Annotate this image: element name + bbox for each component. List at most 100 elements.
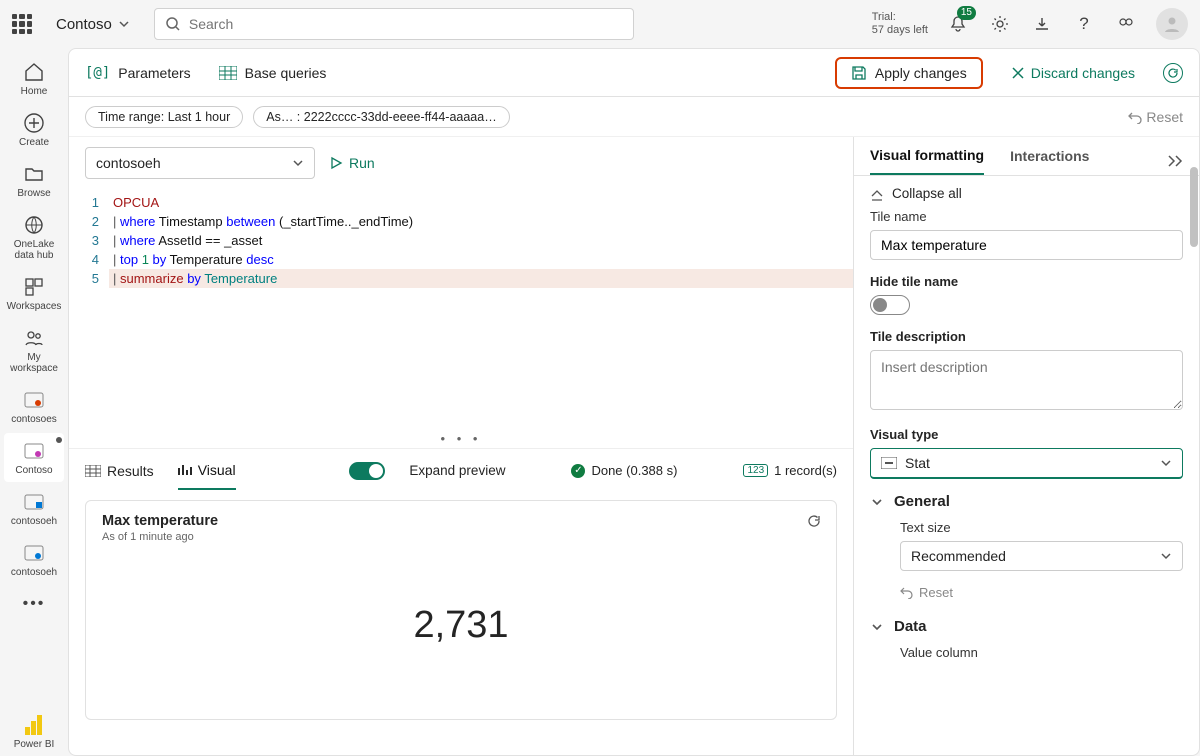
reset-general-button[interactable]: Reset (900, 585, 1183, 600)
nav-browse[interactable]: Browse (4, 156, 64, 205)
action-bar: [@] Parameters Base queries Apply change… (69, 49, 1199, 97)
tenant-switcher[interactable]: Contoso (56, 16, 130, 33)
notifications-button[interactable]: 15 (946, 12, 970, 36)
parameters-icon: [@] (85, 65, 110, 81)
query-editor[interactable]: 1 2 3 4 5 OPCUA | where Timestamp betwee… (69, 189, 853, 429)
text-size-select[interactable]: Recommended (900, 541, 1183, 571)
nav-workspaces[interactable]: Workspaces (4, 269, 64, 318)
download-icon (1034, 16, 1050, 32)
collapse-all-button[interactable]: Collapse all (870, 186, 1183, 201)
home-icon (23, 61, 45, 83)
visual-type-select[interactable]: Stat (870, 448, 1183, 479)
nav-contosoes[interactable]: contosoes (4, 382, 64, 431)
card-subtitle: As of 1 minute ago (102, 531, 820, 543)
hide-tile-label: Hide tile name (870, 274, 1183, 289)
left-nav: Home Create Browse OneLake data hub Work… (0, 48, 68, 756)
check-icon: ✓ (571, 464, 585, 478)
section-general[interactable]: General (870, 493, 1183, 510)
line-gutter: 1 2 3 4 5 (69, 189, 109, 429)
chevron-down-icon (870, 495, 884, 509)
time-range-chip[interactable]: Time range: Last 1 hour (85, 106, 243, 128)
tile-name-label: Tile name (870, 209, 1183, 224)
value-column-label: Value column (900, 645, 1183, 660)
text-size-label: Text size (900, 520, 1183, 535)
asset-chip[interactable]: As… : 2222cccc-33dd-eeee-ff44-aaaaa… (253, 106, 509, 128)
main-content: [@] Parameters Base queries Apply change… (68, 48, 1200, 756)
reset-filters-button[interactable]: Reset (1128, 109, 1183, 125)
app-launcher[interactable] (12, 14, 32, 34)
nav-contosoeh-2[interactable]: contosoeh (4, 535, 64, 584)
download-button[interactable] (1030, 12, 1054, 36)
record-count: 123 1 record(s) (743, 463, 837, 478)
powerbi-icon (25, 715, 43, 735)
nav-more[interactable]: ••• (4, 586, 64, 622)
undo-icon (900, 586, 913, 599)
tab-visual-formatting[interactable]: Visual formatting (870, 147, 984, 175)
base-queries-button[interactable]: Base queries (219, 65, 327, 81)
datasource-select[interactable]: contosoeh (85, 147, 315, 179)
nav-contoso[interactable]: Contoso (4, 433, 64, 482)
close-icon (1011, 66, 1025, 80)
panel-scrollbar[interactable] (1190, 167, 1198, 247)
more-icon: ••• (22, 592, 46, 616)
kqldb-icon (24, 545, 44, 561)
tab-interactions[interactable]: Interactions (1010, 148, 1089, 174)
tile-name-input[interactable] (870, 230, 1183, 260)
code-area[interactable]: OPCUA | where Timestamp between (_startT… (109, 189, 853, 429)
chevron-down-icon (292, 157, 304, 169)
discard-changes-button[interactable]: Discard changes (1011, 65, 1135, 81)
apply-changes-highlight: Apply changes (835, 57, 983, 89)
refresh-button[interactable] (1163, 63, 1183, 83)
eventstream-icon (24, 392, 44, 408)
nav-onelake[interactable]: OneLake data hub (4, 207, 64, 267)
tile-description-input[interactable] (870, 350, 1183, 410)
splitter-handle[interactable]: • • • (69, 429, 853, 448)
card-value: 2,731 (102, 543, 820, 707)
question-icon: ? (1079, 14, 1088, 34)
people-icon (23, 327, 45, 349)
search-input[interactable] (189, 16, 623, 32)
nav-my-workspace[interactable]: My workspace (4, 320, 64, 380)
refresh-icon (806, 513, 822, 529)
card-refresh-button[interactable] (806, 513, 822, 529)
tab-results[interactable]: Results (85, 453, 154, 489)
notification-badge: 15 (957, 6, 976, 20)
workspaces-icon (23, 276, 45, 298)
chevron-down-icon (870, 620, 884, 634)
tab-visual[interactable]: Visual (178, 452, 236, 490)
filter-row: Time range: Last 1 hour As… : 2222cccc-3… (69, 97, 1199, 137)
nav-home[interactable]: Home (4, 54, 64, 103)
parameters-button[interactable]: [@] Parameters (85, 65, 191, 81)
collapse-icon (870, 187, 884, 201)
stat-icon (881, 457, 897, 469)
gear-icon (991, 15, 1009, 33)
plus-circle-icon (23, 112, 45, 134)
settings-button[interactable] (988, 12, 1012, 36)
stat-card: Max temperature As of 1 minute ago 2,731 (85, 500, 837, 720)
nav-powerbi[interactable]: Power BI (4, 707, 64, 756)
card-title: Max temperature (102, 513, 820, 529)
nav-create[interactable]: Create (4, 105, 64, 154)
apply-changes-button[interactable]: Apply changes (851, 65, 967, 81)
refresh-icon (1167, 67, 1179, 79)
expand-preview-toggle[interactable] (349, 462, 385, 480)
visual-type-label: Visual type (870, 427, 1183, 442)
chevron-down-icon (1160, 457, 1172, 469)
undo-icon (1128, 110, 1142, 124)
section-data[interactable]: Data (870, 618, 1183, 635)
query-status: ✓ Done (0.388 s) (571, 463, 677, 478)
run-button[interactable]: Run (329, 155, 375, 171)
grid-icon (85, 465, 101, 477)
chevron-down-icon (118, 18, 130, 30)
nav-contosoeh-1[interactable]: contosoeh (4, 484, 64, 533)
panel-collapse-button[interactable] (1167, 154, 1183, 168)
help-button[interactable]: ? (1072, 12, 1096, 36)
user-avatar[interactable] (1156, 8, 1188, 40)
hide-tile-toggle[interactable] (870, 295, 910, 315)
search-box[interactable] (154, 8, 634, 40)
query-column: contosoeh Run 1 2 3 4 5 OPCUA (69, 137, 854, 755)
chevrons-right-icon (1167, 154, 1183, 168)
save-icon (851, 65, 867, 81)
feedback-button[interactable] (1114, 12, 1138, 36)
tenant-name: Contoso (56, 16, 112, 33)
